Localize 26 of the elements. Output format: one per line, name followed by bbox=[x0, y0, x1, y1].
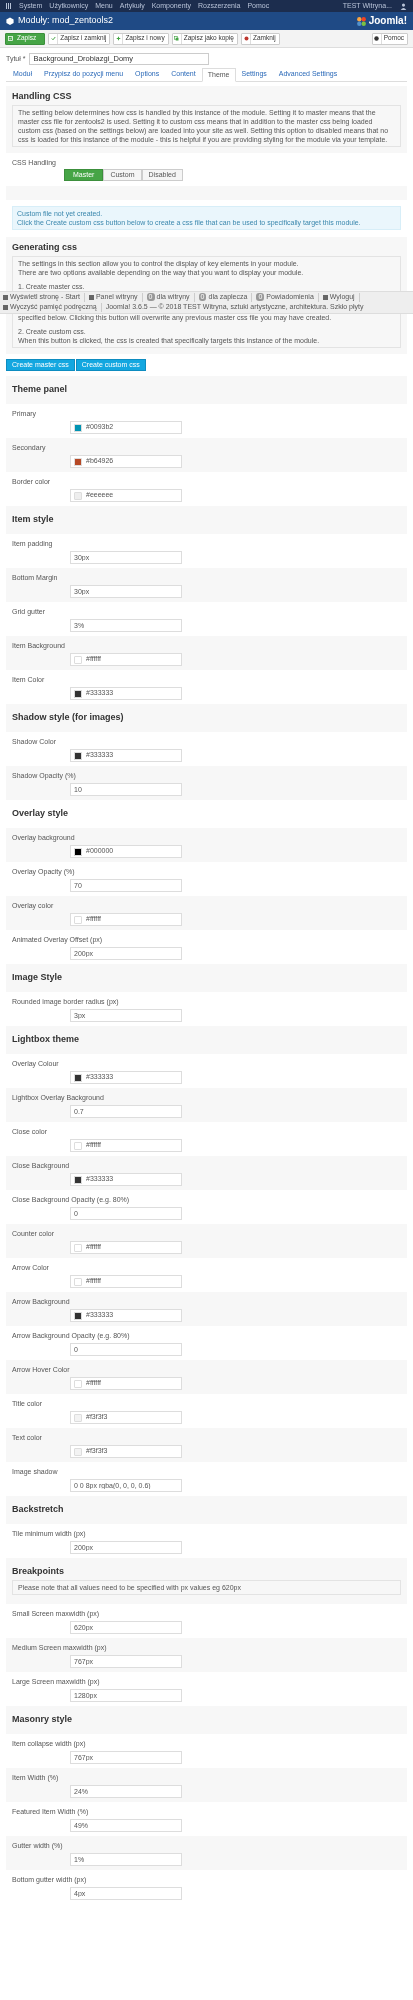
user-icon bbox=[400, 2, 407, 10]
logo-icon bbox=[355, 15, 367, 27]
cube-icon bbox=[6, 17, 14, 25]
square-icon bbox=[88, 294, 94, 300]
section-heading: Overlay style bbox=[12, 808, 70, 819]
square-icon bbox=[3, 294, 8, 300]
section-heading: Shadow style (for images) bbox=[12, 712, 125, 723]
check-icon bbox=[50, 36, 56, 41]
section-heading: Image Style bbox=[12, 972, 64, 983]
logo: Joomla! bbox=[355, 14, 407, 28]
section-heading: Backstretch bbox=[12, 1504, 65, 1515]
grid-icon[interactable] bbox=[6, 3, 12, 9]
square-icon bbox=[3, 304, 8, 310]
page-title: Moduły: mod_zentools2 bbox=[18, 15, 114, 27]
section-heading: Item style bbox=[12, 514, 55, 525]
section-heading: Breakpoints bbox=[12, 1566, 65, 1577]
circle-icon bbox=[243, 36, 249, 41]
section-heading: Generating css bbox=[12, 242, 79, 253]
plus-icon bbox=[115, 36, 121, 41]
section-heading: Handling CSS bbox=[12, 91, 73, 102]
section-heading: Theme panel bbox=[12, 384, 68, 395]
section-heading: Masonry style bbox=[12, 1714, 74, 1725]
copy-icon bbox=[174, 36, 180, 41]
square-icon bbox=[322, 294, 328, 300]
save-icon bbox=[8, 36, 13, 41]
section-heading: Lightbox theme bbox=[12, 1034, 80, 1045]
